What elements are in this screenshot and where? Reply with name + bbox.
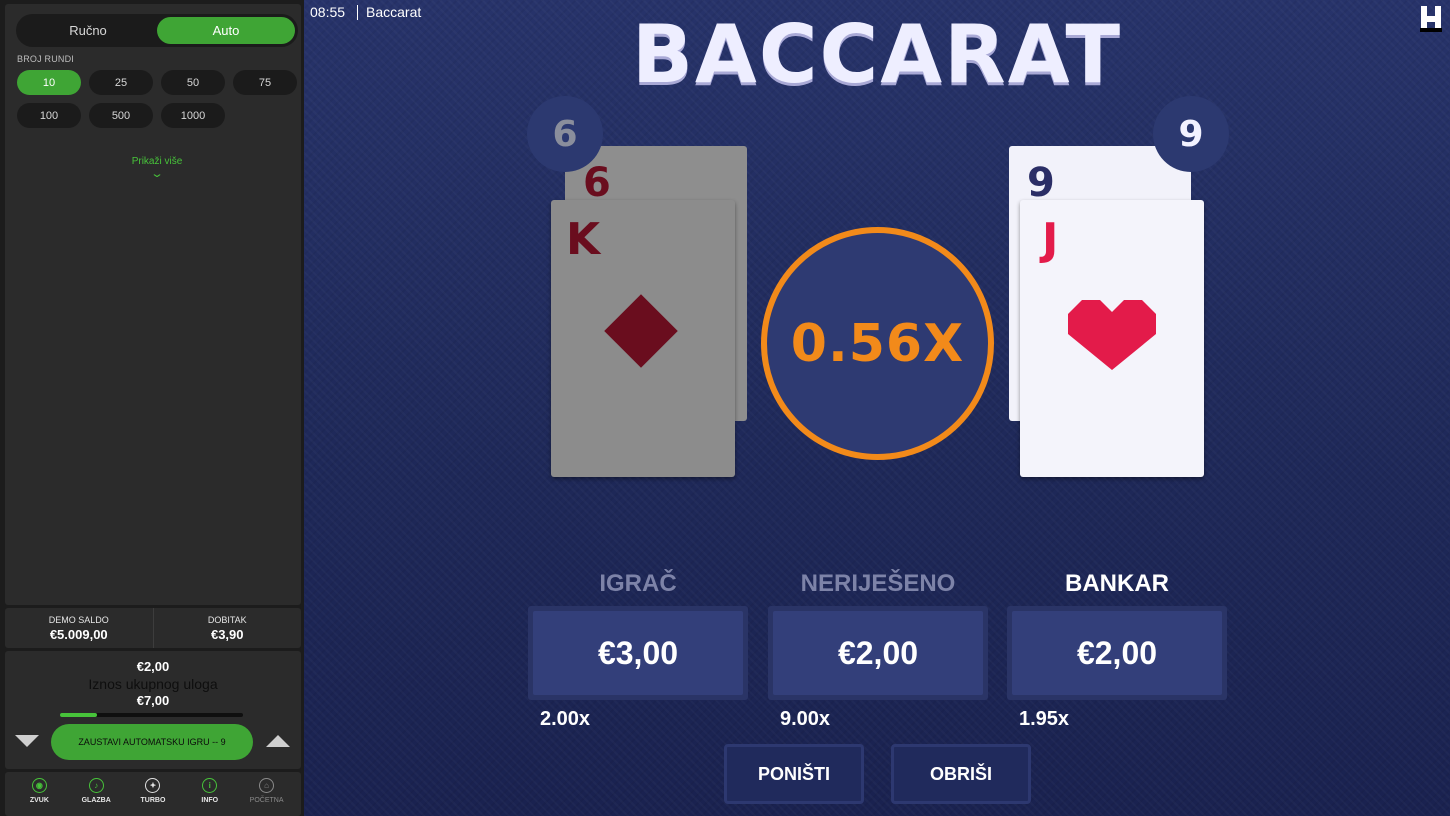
show-more-label: Prikaži više [131, 156, 183, 167]
player-score: 6 [527, 96, 603, 172]
bet-controls: €2,00 Iznos ukupnog uloga €7,00 ZAUSTAVI… [5, 651, 301, 769]
music-label: GLAZBA [81, 797, 111, 804]
music-button[interactable]: ♪ GLAZBA [71, 778, 121, 816]
rounds-options: 10 25 50 75 100 500 1000 [17, 70, 299, 128]
bet-amount: €2,00 [136, 659, 170, 674]
auto-play-settings: Ručno Auto BROJ RUNDI 10 25 50 75 100 50… [5, 4, 301, 605]
game-table: 08:55 Baccarat BACCARAT 6 K 6 9 J 9 0.56… [304, 0, 1450, 816]
rounds-option-50[interactable]: 50 [161, 70, 225, 95]
bet-banker-tile[interactable]: €2,00 [1007, 606, 1227, 700]
turbo-button[interactable]: ✦ TURBO [128, 778, 178, 816]
auto-rounds-progress [60, 713, 243, 717]
bet-player: IGRAČ €3,00 2.00x [528, 570, 748, 731]
rounds-option-10[interactable]: 10 [17, 70, 81, 95]
info-icon: i [202, 778, 218, 793]
game-title: BACCARAT [631, 8, 1123, 101]
bet-tie-label: NERIJEŠENO [800, 570, 956, 597]
bet-tie-tile[interactable]: €2,00 [768, 606, 988, 700]
bet-tie: NERIJEŠENO €2,00 9.00x [768, 570, 988, 731]
control-panel: Ručno Auto BROJ RUNDI 10 25 50 75 100 50… [0, 0, 304, 816]
sound-button[interactable]: ◉ ZVUK [14, 778, 64, 816]
banker-score: 9 [1153, 96, 1229, 172]
rounds-option-25[interactable]: 25 [89, 70, 153, 95]
bet-banker: BANKAR €2,00 1.95x [1007, 570, 1227, 731]
diamond-icon [604, 294, 678, 368]
rounds-option-500[interactable]: 500 [89, 103, 153, 128]
win-label: DOBITAK [207, 614, 247, 625]
auto-rounds-progress-fill [60, 713, 97, 717]
turbo-label: TURBO [140, 797, 166, 804]
rounds-option-75[interactable]: 75 [233, 70, 297, 95]
stop-autoplay-button[interactable]: ZAUSTAVI AUTOMATSKU IGRU -- 9 [51, 724, 253, 760]
banker-card-2: J [1020, 200, 1204, 477]
sound-label: ZVUK [29, 797, 49, 804]
mode-toggle: Ručno Auto [16, 14, 298, 47]
mode-auto-tab[interactable]: Auto [157, 17, 295, 44]
bet-tie-payout: 9.00x [780, 708, 831, 730]
bet-banker-payout: 1.95x [1019, 708, 1070, 730]
mode-manual-tab[interactable]: Ručno [19, 17, 157, 44]
win-value: €3,90 [210, 626, 244, 642]
music-icon: ♪ [88, 778, 104, 793]
decrease-bet-icon[interactable] [15, 735, 39, 747]
bet-banker-label: BANKAR [1065, 570, 1169, 597]
demo-balance: DEMO SALDO €5.009,00 [5, 608, 153, 648]
total-bet-amount: €7,00 [136, 693, 170, 708]
bet-player-amount: €3,00 [533, 611, 743, 695]
banker-card-2-rank: J [1042, 214, 1059, 265]
rounds-label: BROJ RUNDI [17, 54, 75, 64]
multiplier-badge: 0.56X [761, 227, 994, 460]
footer-toolbar: ◉ ZVUK ♪ GLAZBA ✦ TURBO i INFO ⌂ POČETNA [5, 772, 301, 816]
home-icon: ⌂ [259, 778, 275, 793]
increase-bet-icon[interactable] [266, 735, 290, 747]
home-button[interactable]: ⌂ POČETNA [242, 778, 292, 816]
total-bet-label: Iznos ukupnog uloga [88, 676, 218, 692]
undo-button[interactable]: PONIŠTI [724, 744, 864, 804]
clear-button[interactable]: OBRIŠI [891, 744, 1031, 804]
info-button[interactable]: i INFO [185, 778, 235, 816]
rounds-option-100[interactable]: 100 [17, 103, 81, 128]
demo-balance-label: DEMO SALDO [48, 614, 109, 625]
home-label: POČETNA [249, 797, 284, 804]
bet-banker-amount: €2,00 [1012, 611, 1222, 695]
sound-icon: ◉ [31, 778, 47, 793]
rounds-option-1000[interactable]: 1000 [161, 103, 225, 128]
demo-balance-value: €5.009,00 [49, 626, 108, 642]
win-amount: DOBITAK €3,90 [152, 608, 302, 648]
info-label: INFO [201, 797, 219, 804]
bet-player-label: IGRAČ [599, 570, 677, 597]
bet-player-payout: 2.00x [540, 708, 591, 730]
player-card-2: K [551, 200, 735, 477]
player-card-2-rank: K [566, 214, 601, 265]
bet-tie-amount: €2,00 [773, 611, 983, 695]
heart-icon [1068, 300, 1156, 370]
bet-player-tile[interactable]: €3,00 [528, 606, 748, 700]
turbo-icon: ✦ [145, 778, 161, 793]
balance-summary: DEMO SALDO €5.009,00 DOBITAK €3,90 [5, 608, 301, 648]
show-more-link[interactable]: Prikaži više ⌄ [5, 156, 309, 180]
